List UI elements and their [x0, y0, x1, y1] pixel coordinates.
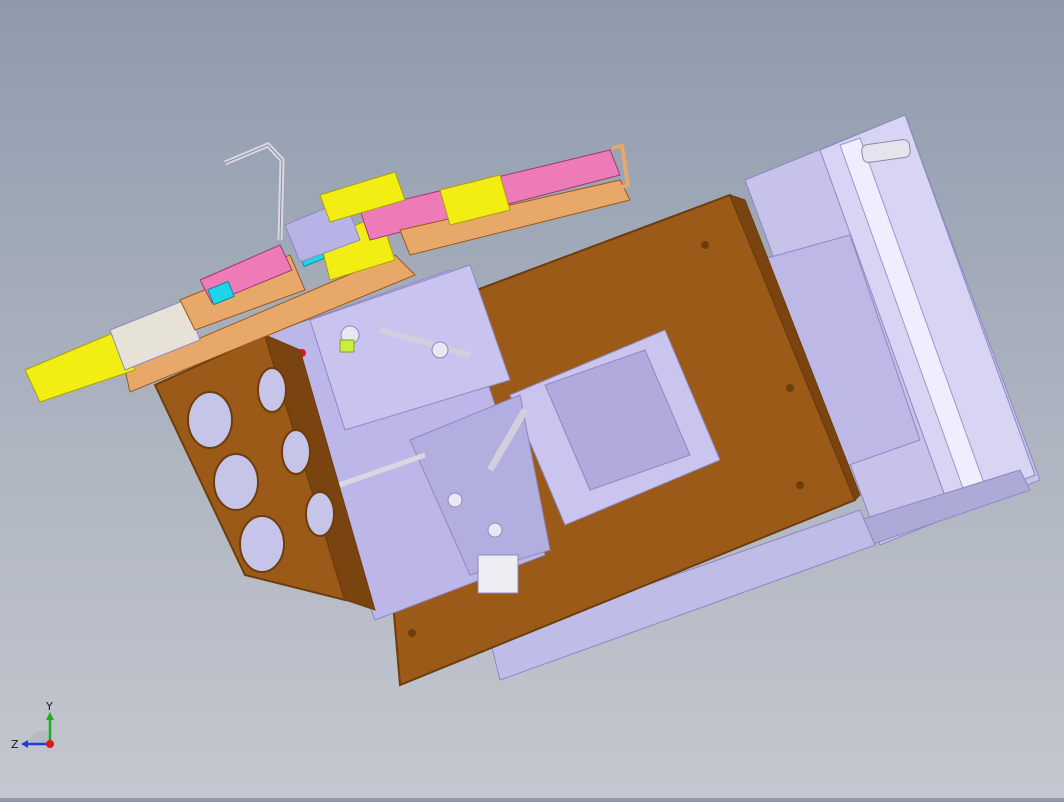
z-axis-label: Z	[11, 738, 19, 751]
orientation-triad: Y Z	[11, 700, 54, 751]
y-axis-label: Y	[45, 700, 53, 713]
sensor-block	[339, 339, 355, 353]
x-axis-dot	[46, 740, 54, 748]
cylinder-motor	[477, 554, 519, 594]
assembly-model[interactable]	[0, 0, 1064, 798]
cad-viewport[interactable]: Y Z	[0, 0, 1064, 798]
